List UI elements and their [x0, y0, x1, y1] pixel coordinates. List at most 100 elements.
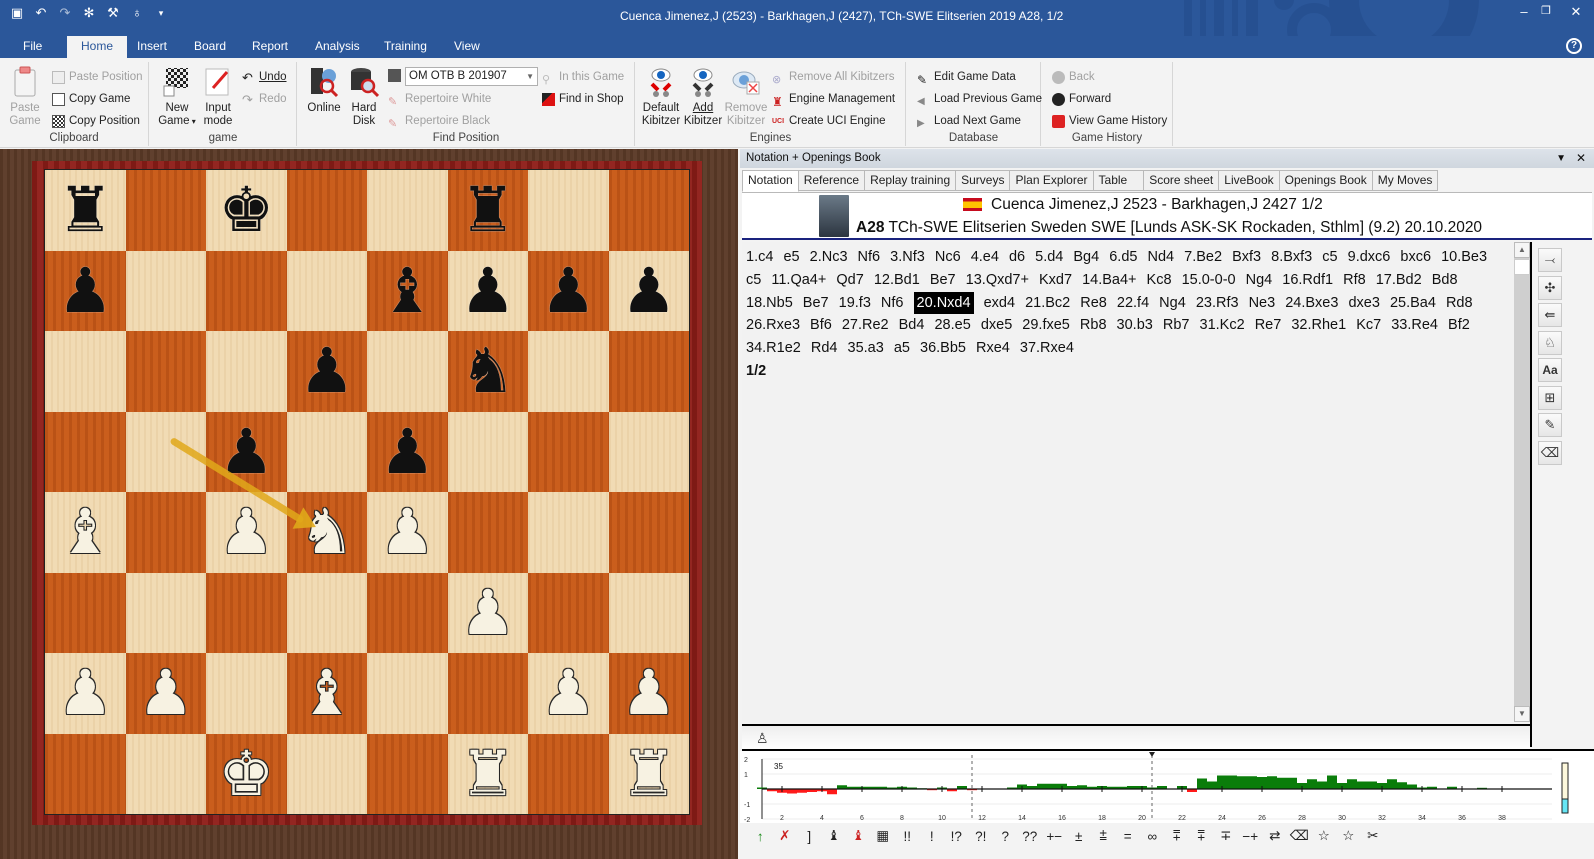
shuffle-variations-icon[interactable]: ✣ [1538, 275, 1562, 300]
square-d4[interactable]: ♞ [286, 492, 367, 573]
black-pawn-piece[interactable]: ♟ [299, 340, 355, 402]
scroll-up-icon[interactable]: ▲ [1514, 242, 1530, 258]
copy-position-button[interactable]: Copy Position [52, 112, 140, 130]
square-f6[interactable]: ♞ [447, 331, 528, 412]
move[interactable]: Kxd7 [1039, 269, 1072, 292]
tab-board[interactable]: Board [180, 36, 240, 58]
square-c1[interactable]: ♚ [206, 733, 287, 814]
mistake[interactable]: ? [993, 829, 1018, 844]
move[interactable]: 31.Kc2 [1200, 314, 1245, 337]
square-c3[interactable] [206, 572, 287, 653]
tab-reference[interactable]: Reference [798, 170, 866, 191]
default-kibitzer-button[interactable]: Default Kibitzer [640, 66, 682, 128]
square-c6[interactable] [206, 331, 287, 412]
white-bishop-piece[interactable]: ♝ [57, 501, 113, 563]
move[interactable]: 7.Be2 [1184, 246, 1222, 269]
eraser-icon[interactable]: ⌫ [1287, 828, 1312, 844]
tab-livebook[interactable]: LiveBook [1219, 170, 1280, 191]
pane-close-icon[interactable]: ✕ [1576, 149, 1586, 168]
in-this-game-button[interactable]: ⚲ In this Game [542, 68, 624, 86]
black-knight-piece[interactable]: ♞ [460, 340, 516, 402]
move[interactable]: 25.Ba4 [1390, 292, 1436, 315]
square-d2[interactable]: ♝ [286, 653, 367, 734]
square-d7[interactable] [286, 250, 367, 331]
square-h6[interactable] [608, 331, 689, 412]
minimize-button[interactable]: – [1514, 4, 1534, 19]
move[interactable]: 11.Qa4+ [771, 269, 826, 292]
square-d8[interactable] [286, 170, 367, 251]
remove-kibitzer-button[interactable]: Remove Kibitzer [724, 66, 768, 128]
paste-position-button[interactable]: Paste Position [52, 68, 143, 86]
remove-all-kibitzers-button[interactable]: ⊗ Remove All Kibitzers [772, 68, 894, 86]
unclear[interactable]: ∞ [1140, 829, 1165, 844]
tab-my-moves[interactable]: My Moves [1372, 170, 1439, 191]
splitter[interactable] [1530, 242, 1532, 747]
square-h1[interactable]: ♜ [608, 733, 689, 814]
move[interactable]: 4.e4 [971, 246, 999, 269]
white-better[interactable]: ± [1067, 829, 1092, 844]
hard-disk-button[interactable]: Hard Disk [346, 66, 382, 128]
move[interactable]: c5 [1322, 246, 1337, 269]
square-c8[interactable]: ♚ [206, 170, 287, 251]
square-f1[interactable]: ♜ [447, 733, 528, 814]
square-h4[interactable] [608, 492, 689, 573]
move[interactable]: Bf2 [1448, 314, 1470, 337]
move[interactable]: Kc8 [1147, 269, 1172, 292]
black-pawn-piece[interactable]: ♟ [621, 259, 677, 322]
move[interactable]: 1.c4 [746, 246, 773, 269]
counterplay[interactable]: ⇄ [1263, 828, 1288, 844]
move[interactable]: Rxe4 [976, 337, 1010, 360]
chessboard[interactable]: ♜ ♚ ♜ ♟ ♝ ♟ ♟ ♟ ♟ ♞ ♟ ♟ ♝ ♟ ♞ ♟ ♟ ♟ ♟ ♝ ♟ ♟ ♚ ♜ ♜ [44, 169, 690, 815]
square-f4[interactable] [447, 492, 528, 573]
scroll-down-icon[interactable]: ▼ [1514, 706, 1530, 722]
square-c7[interactable] [206, 250, 287, 331]
move[interactable]: Re7 [1255, 314, 1282, 337]
repertoire-white-button[interactable]: ✎ Repertoire White [388, 90, 491, 108]
move[interactable]: exd4 [984, 292, 1015, 315]
red-piece-icon[interactable]: ♝ [846, 828, 871, 844]
move[interactable]: Bd4 [899, 314, 925, 337]
square-a2[interactable]: ♟ [45, 653, 126, 734]
notation-scrollbar[interactable]: ▲ ▼ [1514, 242, 1530, 722]
move[interactable]: 22.f4 [1117, 292, 1149, 315]
restore-button[interactable]: ❐ [1536, 4, 1556, 17]
square-a5[interactable] [45, 411, 126, 492]
square-e3[interactable] [367, 572, 448, 653]
square-a1[interactable] [45, 733, 126, 814]
move[interactable]: Nf6 [881, 292, 904, 315]
edit-game-data-button[interactable]: ✎ Edit Game Data [917, 68, 1016, 87]
white-pawn-piece[interactable]: ♟ [460, 581, 516, 644]
black-king-piece[interactable]: ♚ [218, 179, 274, 241]
move[interactable]: Bg4 [1073, 246, 1099, 269]
square-e5[interactable]: ♟ [367, 411, 448, 492]
square-b2[interactable]: ♟ [125, 653, 206, 734]
find-in-shop-button[interactable]: Find in Shop [542, 90, 624, 108]
square-g1[interactable] [528, 733, 609, 814]
customize-dropdown-icon[interactable]: ▾ [154, 6, 168, 20]
close-button[interactable]: ✕ [1566, 4, 1586, 20]
move[interactable]: 35.a3 [848, 337, 884, 360]
move[interactable]: 26.Rxe3 [746, 314, 800, 337]
square-b8[interactable] [125, 170, 206, 251]
move[interactable]: Rb8 [1080, 314, 1107, 337]
tab-surveys[interactable]: Surveys [956, 170, 1011, 191]
white-arrow-icon[interactable]: ↑ [748, 829, 773, 844]
current-move[interactable]: 20.Nxd4 [913, 291, 974, 315]
black-pawn-piece[interactable]: ♟ [379, 420, 435, 483]
eraser-icon[interactable]: ⌫ [1538, 440, 1562, 465]
move[interactable]: Bf6 [810, 314, 832, 337]
white-slightly-better[interactable]: ⩲ [1091, 828, 1116, 844]
square-b3[interactable] [125, 572, 206, 653]
kibitzer-icon[interactable]: ♙ [756, 730, 769, 747]
move[interactable]: 9.dxc6 [1348, 246, 1391, 269]
square-f3[interactable]: ♟ [447, 572, 528, 653]
move[interactable]: Nc6 [935, 246, 961, 269]
move[interactable]: 28.e5 [934, 314, 970, 337]
tab-score-sheet[interactable]: Score sheet [1144, 170, 1220, 191]
square-a4[interactable]: ♝ [45, 492, 126, 573]
move[interactable]: Kc7 [1356, 314, 1381, 337]
black-pawn-piece[interactable]: ♟ [57, 259, 113, 322]
scroll-thumb[interactable] [1514, 259, 1530, 275]
redo-button[interactable]: ↷ Redo [242, 90, 287, 108]
white-pawn-piece[interactable]: ♟ [621, 662, 677, 724]
